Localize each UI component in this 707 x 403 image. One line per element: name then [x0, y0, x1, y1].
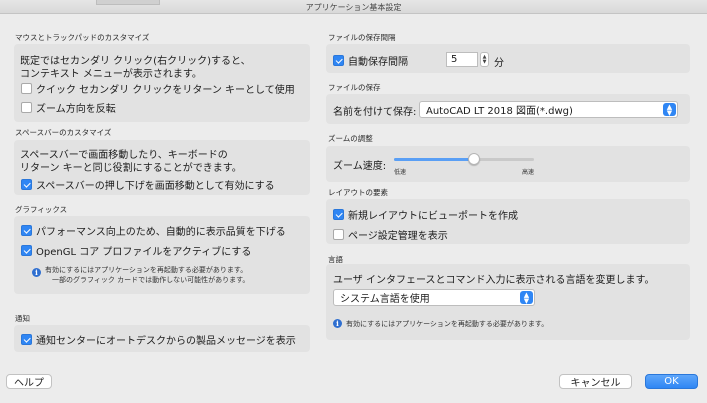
- ok-button[interactable]: OK: [645, 374, 698, 389]
- window-title: アプリケーション基本設定: [305, 3, 402, 12]
- viewport-checkbox[interactable]: [333, 209, 344, 220]
- language-select[interactable]: システム言語を使用 ▲ ▼: [333, 289, 535, 306]
- chevron-updown-icon[interactable]: ▲ ▼: [520, 291, 533, 304]
- chevron-updown-icon[interactable]: ▲ ▼: [663, 103, 676, 116]
- graphics-note-2: 一部のグラフィック カードでは動作しない可能性があります。: [52, 276, 250, 284]
- autosave-section-title: ファイルの保存間隔: [328, 33, 396, 42]
- help-button[interactable]: ヘルプ: [6, 374, 52, 389]
- language-description: ユーザ インタフェースとコマンド入力に表示される言語を変更します。: [333, 275, 655, 286]
- filesave-section-title: ファイルの保存: [328, 83, 381, 92]
- graphics-note-1: 有効にするにはアプリケーションを再起動する必要があります。: [45, 266, 248, 274]
- notifications-checkbox-row[interactable]: 通知センターにオートデスクからの製品メッセージを表示: [21, 332, 296, 347]
- info-icon: i: [333, 319, 342, 328]
- language-note: 有効にするにはアプリケーションを再起動する必要があります。: [346, 320, 549, 328]
- autosave-unit: 分: [494, 58, 504, 69]
- auto-quality-checkbox[interactable]: [21, 225, 32, 236]
- spacebar-pan-label: スペースバーの押し下げを画面移動として有効にする: [36, 181, 275, 192]
- filesave-format-value: AutoCAD LT 2018 図面(*.dwg): [426, 106, 573, 117]
- zoom-section-title: ズームの調整: [328, 134, 373, 143]
- info-icon: i: [32, 268, 41, 277]
- zoom-speed-label: ズーム速度:: [333, 161, 387, 172]
- autosave-interval-input[interactable]: 5: [446, 52, 478, 67]
- autosave-label: 自動保存間隔: [348, 57, 408, 68]
- spacebar-pan-checkbox[interactable]: [21, 179, 32, 190]
- notifications-checkbox[interactable]: [21, 334, 32, 345]
- reverse-zoom-checkbox[interactable]: [21, 102, 32, 113]
- opengl-label: OpenGL コア プロファイルをアクティブにする: [36, 247, 252, 258]
- cancel-button[interactable]: キャンセル: [559, 374, 632, 389]
- opengl-checkbox-row[interactable]: OpenGL コア プロファイルをアクティブにする: [21, 243, 251, 258]
- pagesetup-label: ページ設定管理を表示: [348, 231, 448, 242]
- spacebar-section-title: スペースバーのカスタマイズ: [15, 128, 112, 137]
- notifications-section-title: 通知: [15, 314, 30, 323]
- layout-section-title: レイアウトの要素: [328, 188, 388, 197]
- autosave-checkbox[interactable]: [333, 55, 344, 66]
- language-select-value: システム言語を使用: [340, 294, 430, 305]
- reverse-zoom-label: ズーム方向を反転: [36, 104, 116, 115]
- filesave-format-select[interactable]: AutoCAD LT 2018 図面(*.dwg) ▲ ▼: [419, 101, 678, 118]
- stepper-down-icon[interactable]: ▼: [483, 59, 487, 65]
- title-bar: アプリケーション基本設定: [0, 0, 707, 14]
- trackpad-description-2: コンテキスト メニューが表示されます。: [20, 69, 202, 80]
- auto-quality-checkbox-row[interactable]: パフォーマンス向上のため、自動的に表示品質を下げる: [21, 223, 286, 238]
- opengl-checkbox[interactable]: [21, 245, 32, 256]
- viewport-label: 新規レイアウトにビューポートを作成: [348, 211, 518, 222]
- pagesetup-checkbox[interactable]: [333, 229, 344, 240]
- secondary-click-label: クイック セカンダリ クリックをリターン キーとして使用: [36, 85, 295, 96]
- secondary-click-checkbox-row[interactable]: クイック セカンダリ クリックをリターン キーとして使用: [21, 81, 295, 96]
- autosave-checkbox-row[interactable]: 自動保存間隔: [333, 53, 408, 68]
- autosave-interval-stepper[interactable]: ▲ ▼: [480, 52, 489, 67]
- notifications-label: 通知センターにオートデスクからの製品メッセージを表示: [36, 336, 296, 347]
- zoom-high-label: 高速: [522, 169, 535, 176]
- zoom-speed-slider-fill: [394, 158, 474, 161]
- secondary-click-checkbox[interactable]: [21, 83, 32, 94]
- spacebar-description-2: リターン キーと同じ役割にすることができます。: [20, 163, 242, 174]
- zoom-speed-slider-knob[interactable]: [467, 153, 480, 165]
- filesave-label: 名前を付けて保存:: [333, 107, 417, 118]
- trackpad-section-title: マウスとトラックパッドのカスタマイズ: [15, 33, 150, 42]
- pagesetup-checkbox-row[interactable]: ページ設定管理を表示: [333, 227, 448, 242]
- reverse-zoom-checkbox-row[interactable]: ズーム方向を反転: [21, 100, 116, 115]
- zoom-low-label: 低速: [394, 169, 407, 176]
- spacebar-pan-checkbox-row[interactable]: スペースバーの押し下げを画面移動として有効にする: [21, 177, 275, 192]
- viewport-checkbox-row[interactable]: 新規レイアウトにビューポートを作成: [333, 207, 518, 222]
- zoom-speed-slider[interactable]: [394, 158, 534, 161]
- auto-quality-label: パフォーマンス向上のため、自動的に表示品質を下げる: [36, 227, 286, 238]
- graphics-section-title: グラフィックス: [15, 205, 68, 214]
